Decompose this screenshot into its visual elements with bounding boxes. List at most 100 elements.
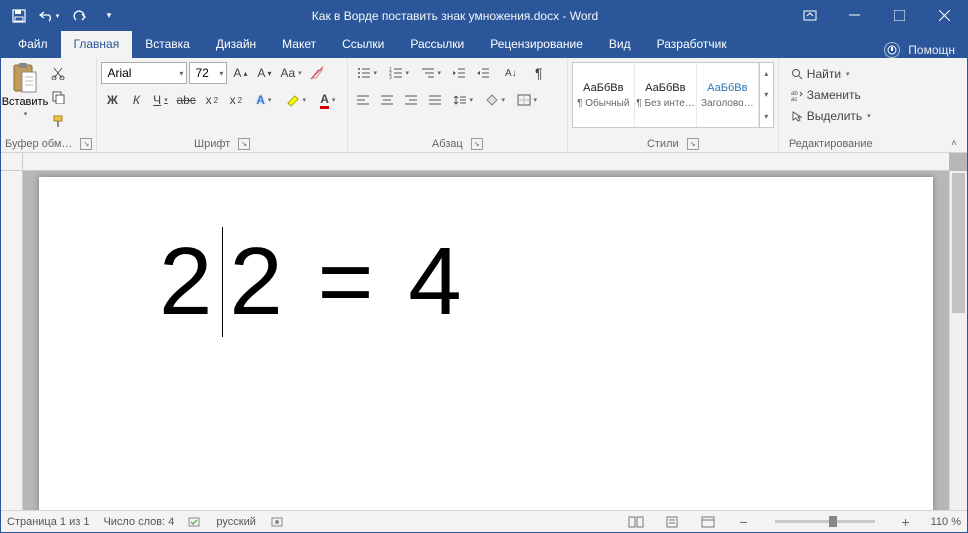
tab-review[interactable]: Рецензирование [477,31,596,58]
highlight-button[interactable]: ▾ [281,89,311,111]
change-case-button[interactable]: Aa▾ [277,62,304,84]
document-page[interactable]: 22 = 4 [39,177,933,510]
status-word-count[interactable]: Число слов: 4 [103,516,174,528]
decrease-indent-button[interactable] [448,62,470,84]
font-launcher[interactable]: ↘ [238,138,250,150]
style-no-spacing[interactable]: АаБбВв¶ Без инте… [635,63,697,127]
styles-gallery: АаБбВв¶ Обычный АаБбВв¶ Без инте… АаБбВв… [572,62,774,128]
paragraph-launcher[interactable]: ↘ [471,138,483,150]
search-icon [791,68,803,80]
ribbon-tabs: Файл Главная Вставка Дизайн Макет Ссылки… [1,30,967,58]
ribbon: Вставить ▾ Буфер обм…↘ Arial▾ 72▾ A▴ A▾ … [1,58,967,153]
increase-indent-button[interactable] [472,62,494,84]
superscript-button[interactable]: x2 [225,89,247,111]
copy-button[interactable] [47,86,69,108]
undo-button[interactable]: ▾ [35,4,63,28]
bullets-button[interactable]: ▾ [352,62,382,84]
minimize-button[interactable] [832,1,877,30]
tab-view[interactable]: Вид [596,31,644,58]
cut-button[interactable] [47,62,69,84]
group-font: Arial▾ 72▾ A▴ A▾ Aa▾ Ж К Ч▾ abc x2 x2 A▾… [97,58,347,152]
underline-button[interactable]: Ч▾ [149,89,171,111]
group-styles: АаБбВв¶ Обычный АаБбВв¶ Без инте… АаБбВв… [568,58,779,152]
clear-formatting-button[interactable] [307,62,329,84]
clipboard-launcher[interactable]: ↘ [80,138,92,150]
titlebar: ▾ ▾ Как в Ворде поставить знак умножения… [1,1,967,30]
format-painter-button[interactable] [47,110,69,132]
group-paragraph: ▾ 123▾ ▾ A↓ ¶ ▾ ▾ ▾ Абзац↘ [348,58,568,152]
qat-customize-button[interactable]: ▾ [95,4,123,28]
view-read-mode[interactable] [625,513,647,531]
borders-button[interactable]: ▾ [512,89,542,111]
window-title: Как в Ворде поставить знак умножения.doc… [123,9,787,23]
align-center-button[interactable] [376,89,398,111]
tell-me-icon[interactable] [884,42,900,58]
cursor-icon [791,110,803,122]
status-page[interactable]: Страница 1 из 1 [7,516,89,528]
close-button[interactable] [922,1,967,30]
clipboard-icon [11,62,39,94]
svg-text:3: 3 [389,75,392,79]
style-normal[interactable]: АаБбВв¶ Обычный [573,63,635,127]
maximize-button[interactable] [877,1,922,30]
replace-icon: abac [791,89,803,101]
align-left-button[interactable] [352,89,374,111]
shading-button[interactable]: ▾ [480,89,510,111]
tab-references[interactable]: Ссылки [329,31,397,58]
styles-gallery-more[interactable]: ▴▾▾ [759,63,773,127]
view-web-layout[interactable] [697,513,719,531]
tab-insert[interactable]: Вставка [132,31,203,58]
shrink-font-button[interactable]: A▾ [253,62,275,84]
vertical-scrollbar[interactable] [949,171,967,510]
justify-button[interactable] [424,89,446,111]
horizontal-ruler[interactable] [23,153,949,171]
font-name-combo[interactable]: Arial▾ [101,62,187,84]
document-content[interactable]: 22 = 4 [39,177,933,337]
sort-button[interactable]: A↓ [496,62,526,84]
tab-home[interactable]: Главная [61,31,133,58]
status-spellcheck[interactable] [188,515,202,529]
replace-button[interactable]: abacЗаменить [787,85,875,105]
statusbar: Страница 1 из 1 Число слов: 4 русский − … [1,510,967,532]
numbering-button[interactable]: 123▾ [384,62,414,84]
zoom-level[interactable]: 110 % [931,516,961,528]
group-editing: Найти▾ abacЗаменить Выделить▾ Редактиров… [779,58,883,152]
tab-mailings[interactable]: Рассылки [397,31,477,58]
redo-button[interactable] [65,4,93,28]
tab-design[interactable]: Дизайн [203,31,269,58]
tab-developer[interactable]: Разработчик [644,31,740,58]
tab-layout[interactable]: Макет [269,31,329,58]
font-size-combo[interactable]: 72▾ [189,62,227,84]
find-button[interactable]: Найти▾ [787,64,875,84]
styles-launcher[interactable]: ↘ [687,138,699,150]
vertical-ruler[interactable] [1,171,23,510]
subscript-button[interactable]: x2 [201,89,223,111]
show-marks-button[interactable]: ¶ [528,62,550,84]
document-area: 22 = 4 [1,153,967,510]
zoom-slider[interactable] [775,520,875,523]
zoom-out-button[interactable]: − [733,513,755,531]
font-color-button[interactable]: A▾ [313,89,343,111]
ribbon-options-button[interactable] [787,1,832,30]
select-button[interactable]: Выделить▾ [787,106,875,126]
text-effects-button[interactable]: A▾ [249,89,279,111]
bold-button[interactable]: Ж [101,89,123,111]
tab-file[interactable]: Файл [5,31,61,58]
line-spacing-button[interactable]: ▾ [448,89,478,111]
multilevel-list-button[interactable]: ▾ [416,62,446,84]
collapse-ribbon-button[interactable]: ˄ [947,136,961,150]
zoom-slider-thumb[interactable] [829,516,837,527]
style-heading1[interactable]: АаБбВвЗаголово… [697,63,759,127]
status-language[interactable]: русский [216,516,255,528]
paste-button[interactable]: Вставить ▾ [5,62,45,118]
align-right-button[interactable] [400,89,422,111]
status-macro[interactable] [270,516,284,528]
save-button[interactable] [5,4,33,28]
strikethrough-button[interactable]: abc [173,89,198,111]
view-print-layout[interactable] [661,513,683,531]
zoom-in-button[interactable]: + [895,513,917,531]
scrollbar-thumb[interactable] [952,173,965,313]
italic-button[interactable]: К [125,89,147,111]
tell-me-label[interactable]: Помощн [908,43,955,57]
grow-font-button[interactable]: A▴ [229,62,251,84]
